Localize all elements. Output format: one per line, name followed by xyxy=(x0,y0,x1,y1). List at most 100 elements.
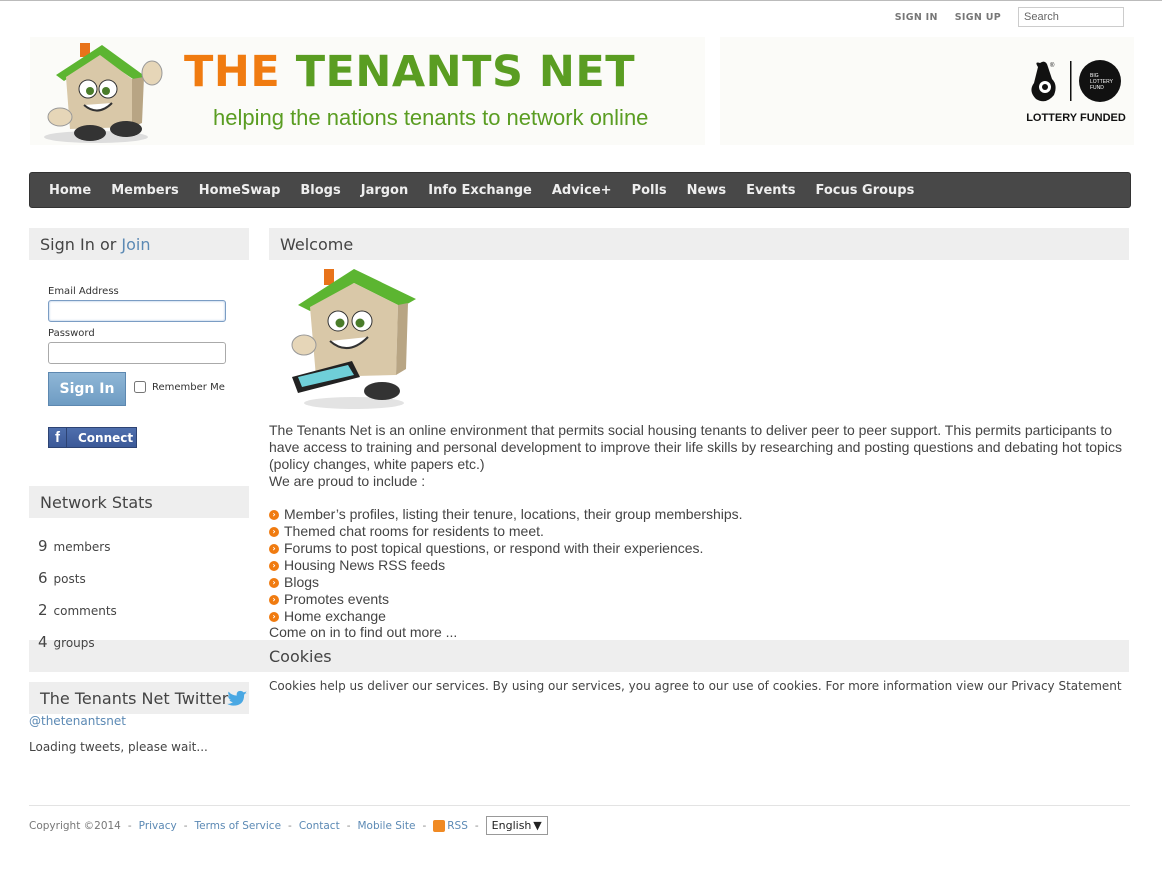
welcome-intro-text: The Tenants Net is an online environment… xyxy=(269,422,1122,472)
svg-text:®: ® xyxy=(1050,62,1055,69)
stat-number: 6 xyxy=(38,569,48,587)
language-select[interactable]: English ▼ xyxy=(485,816,548,835)
stat-number: 4 xyxy=(38,633,48,651)
facebook-icon: f xyxy=(49,428,67,447)
cookies-notice-text: Cookies help us deliver our services. By… xyxy=(269,679,1122,693)
footer-divider xyxy=(29,805,1130,806)
remember-me-label: Remember Me xyxy=(152,381,225,393)
footer-separator: - xyxy=(127,819,132,832)
list-item-text: Member’s profiles, listing their tenure,… xyxy=(284,506,743,522)
main-nav: Home Members HomeSwap Blogs Jargon Info … xyxy=(29,172,1131,208)
orange-bullet-icon: › xyxy=(269,594,279,605)
nav-item-homeswap[interactable]: HomeSwap xyxy=(199,183,281,198)
site-title: THE TENANTS NET xyxy=(184,51,635,94)
nav-item-events[interactable]: Events xyxy=(746,183,795,198)
stat-label: comments xyxy=(53,604,117,618)
stat-comments[interactable]: 2 comments xyxy=(38,601,117,619)
join-link[interactable]: Join xyxy=(121,235,150,254)
sign-up-link[interactable]: SIGN UP xyxy=(955,12,1001,23)
list-item-text: Housing News RSS feeds xyxy=(284,557,446,573)
footer-separator: - xyxy=(288,819,292,832)
features-list: › Member’s profiles, listing their tenure… xyxy=(269,506,743,625)
twitter-panel-heading: The Tenants Net Twitter xyxy=(29,682,249,714)
nav-item-focus-groups[interactable]: Focus Groups xyxy=(816,183,915,198)
nav-item-home[interactable]: Home xyxy=(49,183,91,198)
footer-mobile-site-link[interactable]: Mobile Site xyxy=(357,820,415,832)
site-title-the: THE xyxy=(184,47,281,97)
stat-label: members xyxy=(53,540,111,554)
list-item: › Housing News RSS feeds xyxy=(269,557,743,574)
footer-contact-link[interactable]: Contact xyxy=(299,820,340,832)
nav-item-news[interactable]: News xyxy=(687,183,726,198)
footer-separator: - xyxy=(422,819,427,832)
orange-bullet-icon: › xyxy=(269,526,279,537)
top-bar: SIGN IN SIGN UP xyxy=(895,7,1124,27)
nav-item-blogs[interactable]: Blogs xyxy=(300,183,340,198)
search-input[interactable] xyxy=(1018,7,1124,27)
site-title-main: TENANTS NET xyxy=(295,47,636,97)
stat-groups[interactable]: 4 groups xyxy=(38,633,95,651)
stat-label: groups xyxy=(53,636,95,650)
footer-separator: - xyxy=(346,819,351,832)
footer-separator: - xyxy=(183,819,188,832)
list-item: › Forums to post topical questions, or re… xyxy=(269,540,743,557)
copyright-text: Copyright ©2014 xyxy=(29,819,121,832)
sign-in-link[interactable]: SIGN IN xyxy=(895,12,938,23)
orange-bullet-icon: › xyxy=(269,577,279,588)
list-item-text: Blogs xyxy=(284,574,320,590)
list-item: › Home exchange xyxy=(269,608,743,625)
welcome-closing-text: Come on in to find out more ... xyxy=(269,624,458,640)
banner-divider xyxy=(705,37,720,145)
sign-in-button[interactable]: Sign In xyxy=(48,372,126,406)
email-label: Email Address xyxy=(48,286,119,297)
nav-item-advice[interactable]: Advice+ xyxy=(552,183,612,198)
twitter-handle-link[interactable]: @thetenantsnet xyxy=(29,714,126,728)
stat-members[interactable]: 9 members xyxy=(38,537,111,555)
twitter-bird-icon xyxy=(227,690,248,706)
remember-me-checkbox[interactable] xyxy=(134,381,146,393)
list-item: › Blogs xyxy=(269,574,743,591)
list-item: › Member’s profiles, listing their tenure… xyxy=(269,506,743,523)
nav-item-polls[interactable]: Polls xyxy=(632,183,667,198)
welcome-proud-text: We are proud to include : xyxy=(269,473,426,489)
nav-item-members[interactable]: Members xyxy=(111,183,179,198)
network-stats-heading: Network Stats xyxy=(29,486,249,518)
stat-number: 2 xyxy=(38,601,48,619)
facebook-connect-label: Connect xyxy=(78,430,134,445)
email-field[interactable] xyxy=(48,300,226,322)
stat-label: posts xyxy=(53,572,86,586)
list-item: › Promotes events xyxy=(269,591,743,608)
lottery-funded-label: LOTTERY FUNDED xyxy=(1026,112,1126,124)
nav-item-info-exchange[interactable]: Info Exchange xyxy=(428,183,532,198)
stat-number: 9 xyxy=(38,537,48,555)
footer-rss-link[interactable]: RSS xyxy=(447,820,468,832)
cookies-heading: Cookies xyxy=(29,640,1129,672)
chevron-down-icon: ▼ xyxy=(533,819,542,832)
house-mascot-logo[interactable] xyxy=(34,37,174,145)
lottery-funded-logo: ® BIG LOTTERY FUND LOTTERY FUNDED xyxy=(1026,57,1126,127)
password-field[interactable] xyxy=(48,342,226,364)
tweets-loading-text: Loading tweets, please wait... xyxy=(29,740,208,754)
facebook-connect-button[interactable]: f Connect xyxy=(48,427,137,448)
footer-privacy-link[interactable]: Privacy xyxy=(139,820,177,832)
signin-heading-or: or xyxy=(99,235,117,254)
rss-icon[interactable] xyxy=(433,819,446,832)
list-item-text: Forums to post topical questions, or res… xyxy=(284,540,704,556)
site-banner: THE TENANTS NET helping the nations tena… xyxy=(30,37,1134,147)
signin-panel-heading: Sign In or Join xyxy=(29,228,249,260)
remember-me[interactable]: Remember Me xyxy=(134,381,225,393)
site-tagline: helping the nations tenants to network o… xyxy=(213,105,649,130)
footer-separator: - xyxy=(474,819,479,832)
list-item: › Themed chat rooms for residents to meet… xyxy=(269,523,743,540)
list-item-text: Promotes events xyxy=(284,591,390,607)
stat-posts[interactable]: 6 posts xyxy=(38,569,86,587)
welcome-heading: Welcome xyxy=(269,228,1129,260)
welcome-intro: The Tenants Net is an online environment… xyxy=(269,422,1131,490)
footer-terms-link[interactable]: Terms of Service xyxy=(195,820,282,832)
language-select-value: English xyxy=(491,819,532,832)
footer: Copyright ©2014 - Privacy - Terms of Ser… xyxy=(29,816,548,835)
list-item-text: Home exchange xyxy=(284,608,386,624)
orange-bullet-icon: › xyxy=(269,543,279,554)
nav-item-jargon[interactable]: Jargon xyxy=(361,183,409,198)
orange-bullet-icon: › xyxy=(269,509,279,520)
